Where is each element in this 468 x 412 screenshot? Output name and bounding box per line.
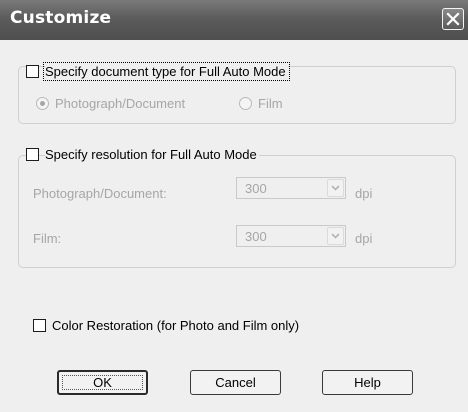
film-resolution-dropdown-arrow[interactable] <box>327 227 344 245</box>
close-button[interactable] <box>442 8 464 30</box>
chevron-down-icon <box>331 233 340 239</box>
radio-film-label: Film <box>258 96 283 111</box>
resolution-checkbox[interactable] <box>26 148 39 161</box>
radio-photograph-document-label: Photograph/Document <box>55 96 186 111</box>
color-restoration-label[interactable]: Color Restoration (for Photo and Film on… <box>52 318 302 333</box>
chevron-down-icon <box>331 185 340 191</box>
photo-resolution-dropdown-arrow[interactable] <box>327 179 344 197</box>
close-icon <box>446 12 460 26</box>
resolution-checkbox-row[interactable]: Specify resolution for Full Auto Mode <box>26 147 259 162</box>
cancel-button[interactable]: Cancel <box>190 370 281 395</box>
film-resolution-label: Film: <box>33 231 62 246</box>
window-title: Customize <box>10 8 112 28</box>
photo-resolution-value: 300 <box>245 181 267 196</box>
color-restoration-checkbox-row[interactable]: Color Restoration (for Photo and Film on… <box>33 318 302 333</box>
cancel-button-label: Cancel <box>215 375 256 390</box>
photo-resolution-label: Photograph/Document: <box>33 186 167 201</box>
doc-type-checkbox[interactable] <box>26 65 39 78</box>
photo-resolution-unit: dpi <box>355 186 373 201</box>
radio-photograph-document-button[interactable] <box>36 97 49 110</box>
film-resolution-dropdown[interactable]: 300 <box>236 225 346 247</box>
film-resolution-value: 300 <box>245 229 267 244</box>
resolution-checkbox-label[interactable]: Specify resolution for Full Auto Mode <box>45 147 259 162</box>
help-button[interactable]: Help <box>322 370 413 395</box>
color-restoration-checkbox[interactable] <box>33 319 46 332</box>
ok-button[interactable]: OK <box>57 370 148 395</box>
film-resolution-unit: dpi <box>355 231 373 246</box>
radio-film-button[interactable] <box>239 97 252 110</box>
help-button-label: Help <box>354 375 381 390</box>
doc-type-checkbox-row[interactable]: Specify document type for Full Auto Mode <box>26 62 290 81</box>
radio-film[interactable]: Film <box>239 96 283 111</box>
customize-dialog: Customize Specify document type for Full… <box>0 0 468 412</box>
radio-photograph-document[interactable]: Photograph/Document <box>36 96 185 111</box>
title-bar[interactable]: Customize <box>0 0 468 40</box>
photo-resolution-dropdown[interactable]: 300 <box>236 177 346 199</box>
ok-button-focus-rect <box>62 375 143 390</box>
resolution-group <box>18 155 456 268</box>
doc-type-checkbox-label[interactable]: Specify document type for Full Auto Mode <box>43 62 290 81</box>
